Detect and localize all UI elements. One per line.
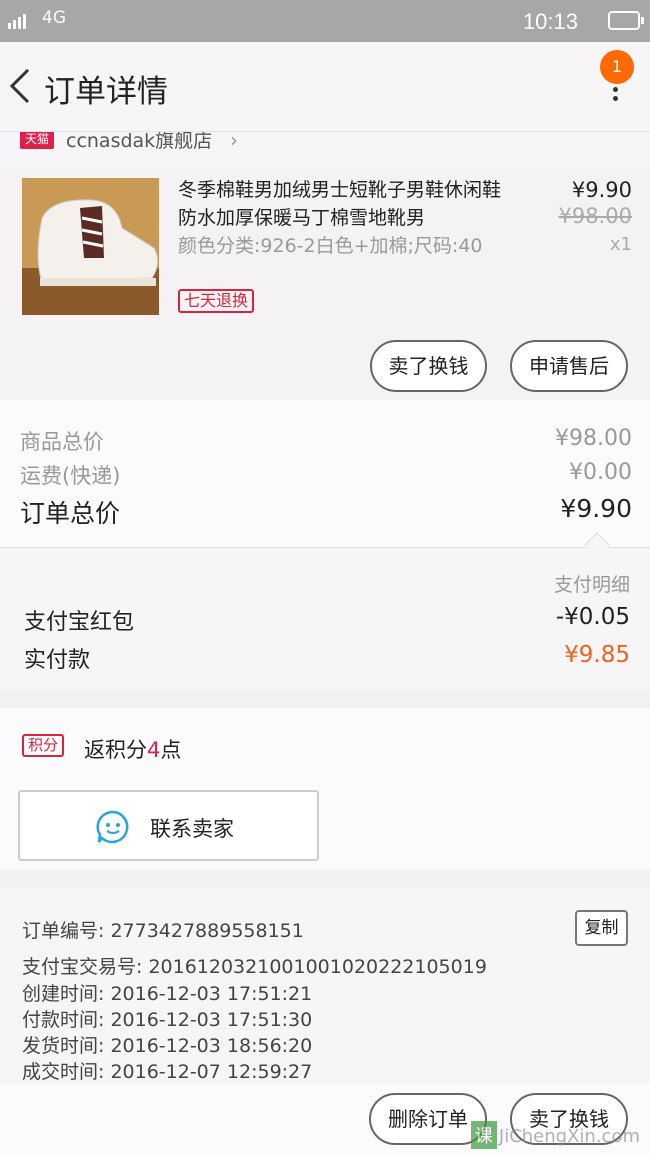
sell-exchange-button[interactable]: 卖了换钱 <box>370 340 487 392</box>
contact-seller-button[interactable]: 联系卖家 <box>18 790 319 861</box>
status-bar: 4G 10:13 <box>0 0 650 42</box>
completed-time: 成交时间: 2016-12-07 12:59:27 <box>22 1061 313 1083</box>
alipay-transaction-number: 支付宝交易号: 2016120321001001020222105019 <box>22 956 487 978</box>
payment-details: 支付明细 支付宝红包 -¥0.05 实付款 ¥9.85 <box>0 548 650 690</box>
redpacket-label: 支付宝红包 <box>24 610 135 635</box>
notification-badge: 1 <box>600 50 634 84</box>
signal-icon <box>8 13 26 29</box>
shop-row[interactable]: 天猫 ccnasdak旗舰店 › <box>0 132 650 168</box>
paid-label: 实付款 <box>24 648 91 673</box>
shop-name: ccnasdak旗舰店 <box>66 132 213 152</box>
nav-bar: 订单详情 1 <box>0 42 650 132</box>
product-name: 冬季棉鞋男加绒男士短靴子男鞋休闲鞋防水加厚保暖马丁棉雪地靴男 <box>178 179 502 229</box>
points-section: 积分 返积分4点 联系卖家 <box>0 708 650 870</box>
page-title: 订单详情 <box>44 74 168 110</box>
copy-button[interactable]: 复制 <box>575 910 628 946</box>
tmall-tag: 天猫 <box>20 132 55 149</box>
product-original-price: ¥98.00 <box>558 204 632 228</box>
goods-total-label: 商品总价 <box>20 430 104 454</box>
payment-detail-link[interactable]: 支付明细 <box>554 570 630 597</box>
product-item[interactable]: 冬季棉鞋男加绒男士短靴子男鞋休闲鞋防水加厚保暖马丁棉雪地靴男 颜色分类:926-… <box>0 168 650 400</box>
delete-order-button[interactable]: 删除订单 <box>369 1093 487 1145</box>
chevron-right-icon: › <box>230 132 238 152</box>
product-sku: 颜色分类:926-2白色+加棉;尺码:40 <box>178 235 483 257</box>
back-arrow-icon[interactable] <box>6 66 36 106</box>
product-quantity: x1 <box>609 234 632 255</box>
shipping-value: ¥0.00 <box>569 460 632 485</box>
product-price: ¥9.90 <box>571 178 632 202</box>
footer-actions: 删除订单 卖了换钱 课 JiChengXin.com <box>0 1083 650 1155</box>
after-sale-button[interactable]: 申请售后 <box>510 340 628 392</box>
product-image <box>22 178 159 315</box>
order-info: 订单编号: 2773427889558151 复制 支付宝交易号: 201612… <box>0 888 650 1083</box>
redpacket-value: -¥0.05 <box>555 604 630 630</box>
return-policy-tag: 七天退换 <box>178 289 255 313</box>
created-time: 创建时间: 2016-12-03 17:51:21 <box>22 983 313 1005</box>
paid-value: ¥9.85 <box>564 642 630 668</box>
order-number: 订单编号: 2773427889558151 <box>22 920 304 942</box>
points-badge: 积分 <box>22 734 65 757</box>
goods-total-value: ¥98.00 <box>555 426 632 451</box>
order-totals: 商品总价 ¥98.00 运费(快递) ¥0.00 订单总价 ¥9.90 <box>0 400 650 558</box>
shipping-label: 运费(快递) <box>20 464 121 488</box>
watermark: 课 JiChengXin.com <box>470 1121 640 1149</box>
order-total-value: ¥9.90 <box>560 494 632 523</box>
paid-time: 付款时间: 2016-12-03 17:51:30 <box>22 1009 313 1031</box>
battery-icon <box>608 11 644 30</box>
chat-bubble-icon <box>96 810 129 844</box>
order-total-label: 订单总价 <box>20 499 121 528</box>
contact-seller-label: 联系卖家 <box>150 817 234 841</box>
clock: 10:13 <box>522 9 578 34</box>
network-type: 4G <box>42 8 66 28</box>
points-amount: 4 <box>147 738 161 762</box>
shipped-time: 发货时间: 2016-12-03 18:56:20 <box>22 1035 313 1057</box>
points-text: 返积分4点 <box>84 738 182 762</box>
